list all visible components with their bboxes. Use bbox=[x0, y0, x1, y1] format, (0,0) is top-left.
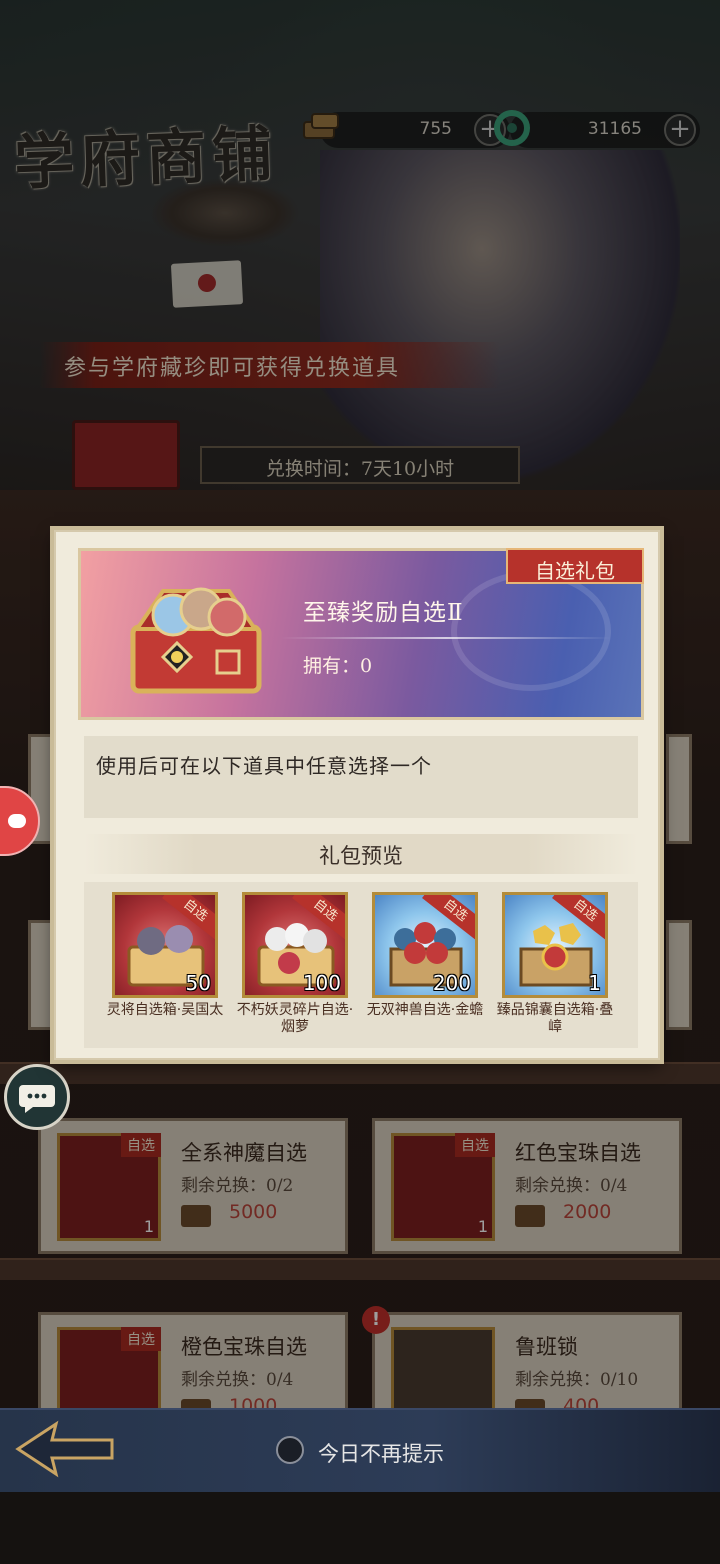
preview-item-thumbnail: 自选 50 bbox=[112, 892, 218, 998]
owned-count: 拥有：0 bbox=[303, 655, 373, 677]
preview-section-header: 礼包预览 bbox=[84, 834, 638, 874]
description-text: 使用后可在以下道具中任意选择一个 bbox=[96, 754, 432, 778]
preview-grid: 自选 50 灵将自选箱·吴国太 自选 100 不朽妖灵碎片自选·烟萝 自选 20… bbox=[84, 882, 638, 1048]
preview-item[interactable]: 自选 50 灵将自选箱·吴国太 bbox=[107, 892, 223, 1019]
gift-header: 自选礼包 至臻奖励自选Ⅱ 拥有：0 bbox=[78, 548, 644, 720]
bottom-filler bbox=[0, 1492, 720, 1564]
preview-item-label: 无双神兽自选·金蟾 bbox=[366, 1002, 484, 1018]
chat-button[interactable] bbox=[4, 1064, 70, 1130]
preview-title: 礼包预览 bbox=[319, 844, 403, 868]
preview-item[interactable]: 自选 200 无双神兽自选·金蟾 bbox=[367, 892, 483, 1019]
preview-item-thumbnail: 自选 1 bbox=[502, 892, 608, 998]
preview-item[interactable]: 自选 1 臻品锦囊自选箱·叠嶂 bbox=[497, 892, 613, 1036]
back-arrow-icon[interactable] bbox=[12, 1418, 116, 1480]
preview-item-thumbnail: 自选 200 bbox=[372, 892, 478, 998]
chat-bubble-icon bbox=[19, 1085, 55, 1113]
no-remind-checkbox[interactable] bbox=[276, 1436, 304, 1464]
treasure-chest-icon bbox=[130, 587, 262, 694]
preview-item-thumbnail: 自选 100 bbox=[242, 892, 348, 998]
swirl-decoration bbox=[451, 571, 611, 691]
description-box: 使用后可在以下道具中任意选择一个 bbox=[84, 736, 638, 818]
preview-item-label: 灵将自选箱·吴国太 bbox=[106, 1002, 224, 1018]
gift-name: 至臻奖励自选Ⅱ bbox=[303, 600, 464, 626]
self-select-tag-label: 自选礼包 bbox=[535, 559, 615, 583]
preview-item[interactable]: 自选 100 不朽妖灵碎片自选·烟萝 bbox=[237, 892, 353, 1036]
preview-item-label: 臻品锦囊自选箱·叠嶂 bbox=[496, 1002, 614, 1035]
preview-item-label: 不朽妖灵碎片自选·烟萝 bbox=[236, 1002, 354, 1035]
divider bbox=[281, 637, 611, 639]
self-select-tag: 自选礼包 bbox=[506, 548, 644, 584]
preview-item-count: 100 bbox=[302, 971, 341, 995]
preview-item-count: 1 bbox=[588, 971, 601, 995]
preview-item-count: 200 bbox=[432, 971, 471, 995]
gift-pack-modal: 自选礼包 至臻奖励自选Ⅱ 拥有：0 使用后可在以下道具中任意选择一个 礼包预览 bbox=[54, 530, 660, 1060]
no-remind-label: 今日不再提示 bbox=[318, 1442, 444, 1466]
preview-item-count: 50 bbox=[185, 971, 211, 995]
